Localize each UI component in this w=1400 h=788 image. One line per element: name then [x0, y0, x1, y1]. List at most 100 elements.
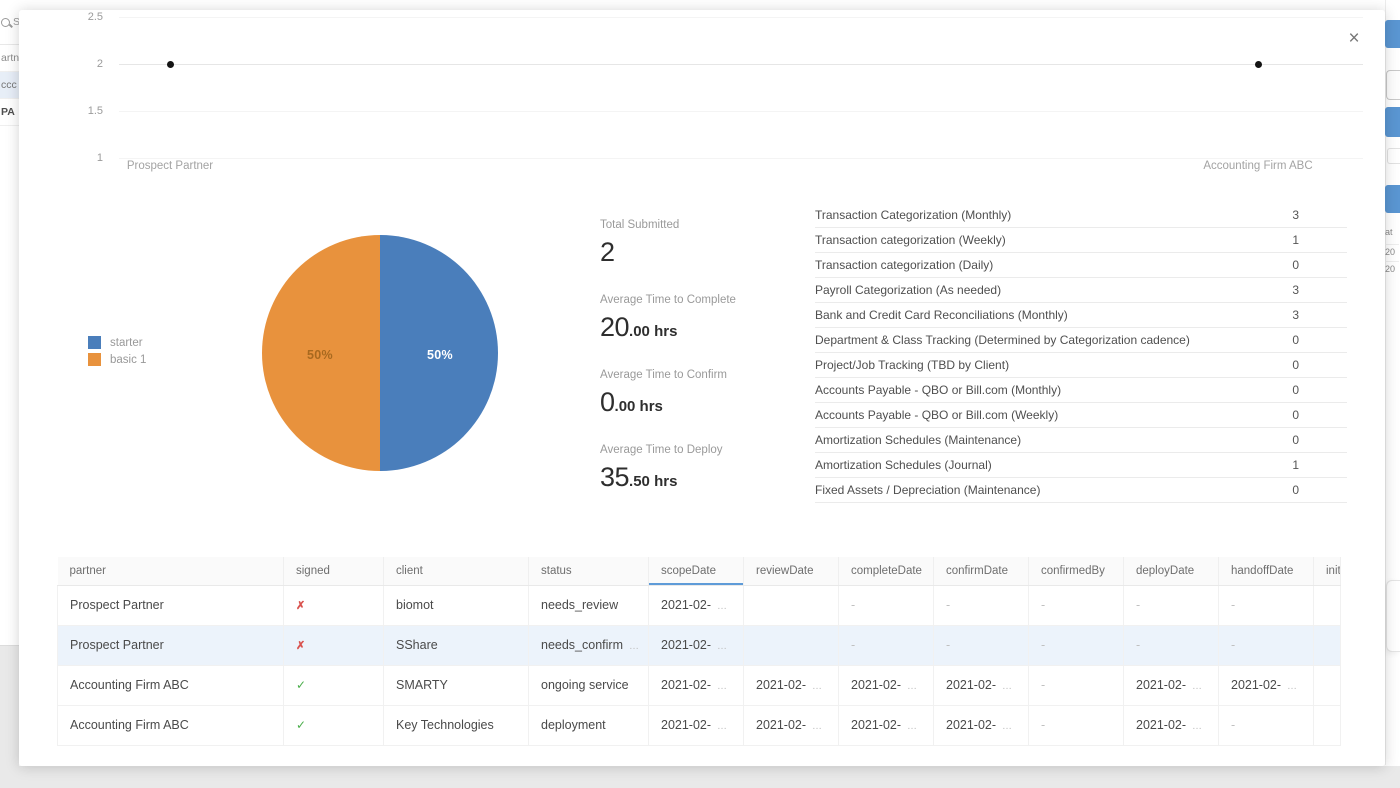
- cell-status: deployment: [529, 705, 649, 745]
- service-name: Fixed Assets / Depreciation (Maintenance…: [815, 478, 1040, 502]
- column-header-status[interactable]: status: [529, 557, 649, 585]
- truncation-ellipsis: …: [717, 601, 727, 612]
- page-background-corner: [0, 645, 19, 788]
- report-modal: × 2.5 2 1.5 1 Prospect Partner Accountin…: [19, 10, 1385, 766]
- service-name: Department & Class Tracking (Determined …: [815, 328, 1190, 352]
- background-row-fragment: ccc: [0, 72, 19, 99]
- service-name: Accounts Payable - QBO or Bill.com (Mont…: [815, 378, 1061, 402]
- cell-signed: ✗: [284, 625, 384, 665]
- service-count: 0: [1292, 428, 1347, 452]
- column-header-partner[interactable]: partner: [58, 557, 284, 585]
- gridline: [119, 17, 1363, 18]
- cell-completeDate: -: [839, 625, 934, 665]
- cell-scopeDate: 2021-02-…: [649, 585, 744, 625]
- records-table: partnersignedclientstatusscopeDatereview…: [57, 557, 1341, 746]
- y-axis-tick: 2: [69, 58, 103, 70]
- cell-reviewDate: [744, 585, 839, 625]
- legend-item-starter[interactable]: starter: [88, 334, 146, 351]
- stat-value: 2: [600, 237, 615, 267]
- stat-value: 0: [600, 387, 615, 417]
- gridline: [119, 158, 1363, 159]
- background-text-fragment: 20: [1385, 261, 1399, 274]
- background-search-bar[interactable]: S: [0, 0, 19, 45]
- column-header-deployDate[interactable]: deployDate: [1124, 557, 1219, 585]
- service-list: Transaction Categorization (Monthly) 3 T…: [815, 203, 1347, 503]
- table-row[interactable]: Accounting Firm ABC✓Key Technologiesdepl…: [58, 705, 1341, 745]
- service-count: 3: [1292, 303, 1347, 327]
- truncation-ellipsis: …: [1192, 681, 1202, 692]
- stat-value: 35: [600, 462, 629, 492]
- stat-total-submitted: Total Submitted 2: [600, 219, 815, 268]
- background-blue-button[interactable]: [1385, 20, 1400, 48]
- cell-confirmedBy: -: [1029, 625, 1124, 665]
- service-name: Transaction Categorization (Monthly): [815, 203, 1011, 227]
- cell-client: Key Technologies: [384, 705, 529, 745]
- background-outlined-button[interactable]: [1386, 70, 1400, 100]
- pie-slice-label: 50%: [410, 348, 470, 362]
- service-list-item: Amortization Schedules (Maintenance) 0: [815, 428, 1347, 453]
- y-axis-tick: 1.5: [69, 105, 103, 117]
- y-axis-tick: 2.5: [69, 11, 103, 23]
- cell-handoffDate: 2021-02-…: [1219, 665, 1314, 705]
- column-header-initi[interactable]: initi: [1314, 557, 1341, 585]
- column-header-scopeDate[interactable]: scopeDate: [649, 557, 744, 585]
- truncation-ellipsis: …: [907, 721, 917, 732]
- column-header-signed[interactable]: signed: [284, 557, 384, 585]
- table-header-row: partnersignedclientstatusscopeDatereview…: [58, 557, 1341, 585]
- service-count: 3: [1292, 203, 1347, 227]
- cell-partner: Accounting Firm ABC: [58, 705, 284, 745]
- stat-label: Total Submitted: [600, 219, 815, 231]
- background-outlined-button[interactable]: [1387, 148, 1400, 164]
- background-blue-button[interactable]: [1385, 107, 1400, 137]
- cell-scopeDate: 2021-02-…: [649, 625, 744, 665]
- legend-item-basic-1[interactable]: basic 1: [88, 351, 146, 368]
- service-count: 0: [1292, 353, 1347, 377]
- background-right-panel: at 20 20: [1385, 0, 1400, 765]
- column-header-completeDate[interactable]: completeDate: [839, 557, 934, 585]
- column-header-confirmDate[interactable]: confirmDate: [934, 557, 1029, 585]
- table-row[interactable]: Prospect Partner✗SShareneeds_confirm…202…: [58, 625, 1341, 665]
- cell-reviewDate: 2021-02-…: [744, 705, 839, 745]
- service-count: 3: [1292, 278, 1347, 302]
- cell-signed: ✗: [284, 585, 384, 625]
- service-list-item: Accounts Payable - QBO or Bill.com (Week…: [815, 403, 1347, 428]
- cell-handoffDate: -: [1219, 705, 1314, 745]
- truncation-ellipsis: …: [907, 681, 917, 692]
- cell-confirmDate: -: [934, 585, 1029, 625]
- column-header-reviewDate[interactable]: reviewDate: [744, 557, 839, 585]
- truncation-ellipsis: …: [1287, 681, 1297, 692]
- cell-status: needs_confirm…: [529, 625, 649, 665]
- cell-confirmedBy: -: [1029, 665, 1124, 705]
- service-name: Bank and Credit Card Reconciliations (Mo…: [815, 303, 1068, 327]
- stat-avg-time-deploy: Average Time to Deploy 35.50 hrs: [600, 444, 815, 493]
- legend-label: starter: [110, 337, 143, 349]
- cell-client: SMARTY: [384, 665, 529, 705]
- records-table-wrap: partnersignedclientstatusscopeDatereview…: [57, 557, 1341, 746]
- service-count: 0: [1292, 253, 1347, 277]
- cell-partner: Prospect Partner: [58, 625, 284, 665]
- cell-confirmDate: 2021-02-…: [934, 705, 1029, 745]
- service-list-item: Amortization Schedules (Journal) 1: [815, 453, 1347, 478]
- cell-confirmedBy: -: [1029, 585, 1124, 625]
- cell-scopeDate: 2021-02-…: [649, 665, 744, 705]
- cell-confirmDate: 2021-02-…: [934, 665, 1029, 705]
- column-header-confirmedBy[interactable]: confirmedBy: [1029, 557, 1124, 585]
- gridline: [119, 111, 1363, 112]
- column-header-handoffDate[interactable]: handoffDate: [1219, 557, 1314, 585]
- service-count: 1: [1292, 228, 1347, 252]
- background-blue-button[interactable]: [1385, 185, 1400, 213]
- background-row-fragment: artn: [0, 45, 19, 72]
- service-list-item: Project/Job Tracking (TBD by Client) 0: [815, 353, 1347, 378]
- truncation-ellipsis: …: [717, 721, 727, 732]
- service-list-item: Transaction categorization (Daily) 0: [815, 253, 1347, 278]
- table-row[interactable]: Prospect Partner✗biomotneeds_review2021-…: [58, 585, 1341, 625]
- cell-initi: [1314, 585, 1341, 625]
- cell-client: biomot: [384, 585, 529, 625]
- truncation-ellipsis: …: [717, 681, 727, 692]
- service-name: Project/Job Tracking (TBD by Client): [815, 353, 1009, 377]
- cell-completeDate: 2021-02-…: [839, 705, 934, 745]
- table-row[interactable]: Accounting Firm ABC✓SMARTYongoing servic…: [58, 665, 1341, 705]
- service-list-item: Department & Class Tracking (Determined …: [815, 328, 1347, 353]
- search-icon: [1, 18, 10, 27]
- column-header-client[interactable]: client: [384, 557, 529, 585]
